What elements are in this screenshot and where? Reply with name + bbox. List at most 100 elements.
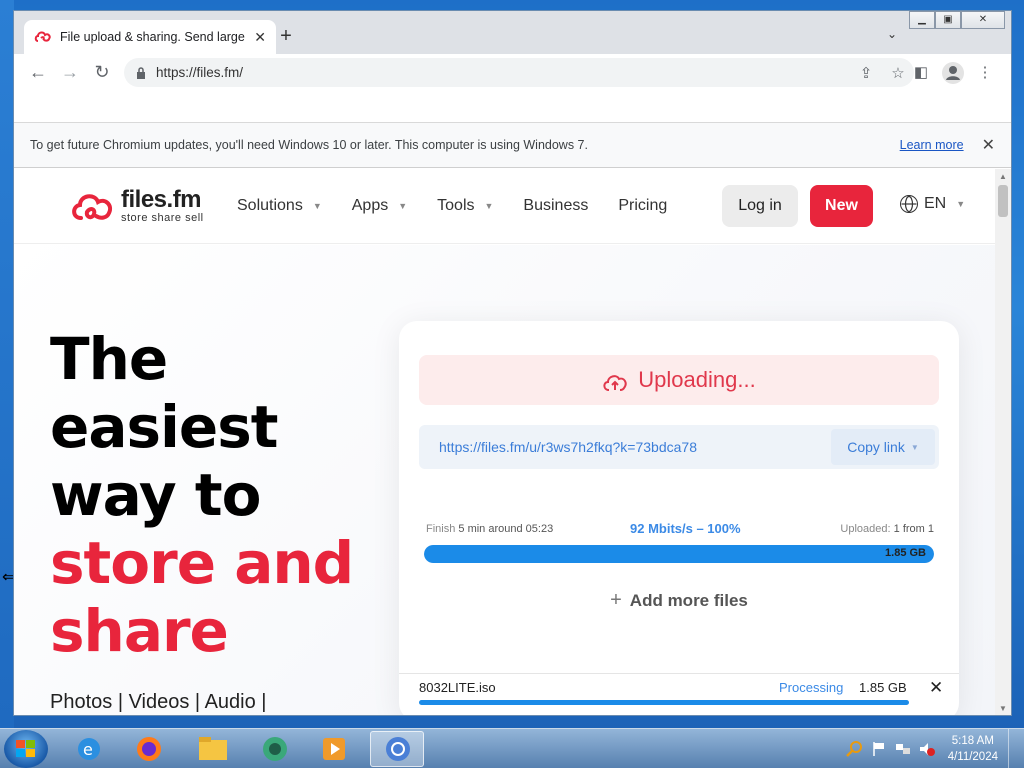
share-icon[interactable]: ⇪ (850, 64, 882, 82)
finish-label: Finish (426, 523, 456, 535)
uploaded-count: Uploaded: 1 from 1 (840, 523, 934, 535)
back-arrow-icon[interactable]: ← (22, 62, 54, 83)
remove-file-icon[interactable]: ✕ (929, 678, 943, 698)
internet-explorer-icon[interactable]: e (62, 731, 116, 767)
upload-stats: Finish 5 min around 05:23 92 Mbits/s – 1… (426, 521, 934, 539)
nav-solutions[interactable]: Solutions ▼ (237, 197, 322, 215)
scroll-thumb[interactable] (998, 185, 1008, 217)
chromium-icon[interactable] (370, 731, 424, 767)
upload-card: Uploading... https://files.fm/u/r3ws7h2f… (399, 321, 959, 715)
media-player-icon[interactable] (308, 731, 362, 767)
forward-arrow-icon[interactable]: → (54, 62, 86, 83)
headline-line: The (50, 325, 168, 393)
firefox-icon[interactable] (122, 731, 176, 767)
network-icon[interactable] (894, 741, 912, 757)
nav-label: Pricing (618, 197, 668, 214)
nav-pricing[interactable]: Pricing (618, 197, 667, 215)
upload-progress-bar: 1.85 GB (424, 545, 934, 563)
search-magnifier-icon[interactable] (845, 741, 864, 757)
plus-icon: + (610, 589, 622, 611)
nav-business[interactable]: Business (523, 197, 588, 215)
uploaded-label: Uploaded: (840, 523, 891, 535)
login-button[interactable]: Log in (722, 185, 798, 227)
window-controls: ▁ ▣ ✕ (909, 11, 1005, 29)
update-infobar: To get future Chromium updates, you'll n… (14, 123, 1011, 168)
caret-down-icon: ▼ (312, 201, 322, 211)
learn-more-link[interactable]: Learn more (900, 138, 964, 152)
files-fm-logo[interactable]: files.fm store share sell (69, 188, 229, 224)
active-tab[interactable]: File upload & sharing. Send large ✕ (24, 20, 276, 54)
tab-close-icon[interactable]: ✕ (254, 29, 266, 46)
uploaded-value: 1 from 1 (893, 523, 934, 535)
new-button[interactable]: New (810, 185, 873, 227)
nav-label: Apps (351, 197, 389, 214)
browser-toolbar: ← → ↻ https://files.fm/ ⇪ ☆ ◧ ⋮ (14, 54, 1011, 91)
caret-down-icon: ▼ (398, 201, 408, 211)
side-panel-icon[interactable]: ◧ (905, 59, 937, 87)
caret-down-icon: ▼ (956, 199, 966, 209)
language-selector[interactable]: EN ▼ (900, 195, 965, 213)
start-button[interactable] (4, 730, 48, 768)
file-size: 1.85 GB (859, 680, 907, 695)
add-more-label: Add more files (629, 591, 748, 610)
menu-kebab-icon[interactable]: ⋮ (969, 59, 1001, 87)
share-link-box: https://files.fm/u/r3ws7h2fkq?k=73bdca78… (419, 425, 939, 469)
volume-muted-icon[interactable] (918, 741, 936, 757)
desktop-background (0, 0, 14, 728)
show-desktop-button[interactable] (1008, 729, 1020, 768)
nav-label: Business (523, 197, 589, 214)
windows-taskbar: e 5:18 AM 4/11/2024 (0, 728, 1024, 768)
add-more-files-button[interactable]: + Add more files (399, 589, 959, 612)
scroll-up-icon[interactable]: ▲ (995, 169, 1011, 185)
nav-label: Tools (437, 197, 475, 214)
logo-name: files.fm (121, 186, 202, 213)
hero-subline: Photos | Videos | Audio | (50, 691, 267, 713)
nav-apps[interactable]: Apps ▼ (352, 197, 407, 215)
hero-headline: The easiest way to store and share (50, 325, 354, 665)
file-row: 8032LITE.iso Processing 1.85 GB ✕ (399, 673, 959, 715)
action-center-flag-icon[interactable] (870, 741, 888, 757)
page-scrollbar[interactable]: ▲ ▼ (995, 169, 1011, 715)
new-tab-button[interactable]: + (276, 25, 296, 48)
file-name: 8032LITE.iso (419, 680, 496, 695)
url-text[interactable]: https://files.fm/ (156, 65, 850, 80)
browser-window: File upload & sharing. Send large ✕ + ⌄ … (13, 10, 1012, 716)
globe-icon (900, 195, 918, 213)
headline-line-accent: store and (50, 529, 354, 597)
windows-flag-icon (16, 740, 35, 757)
lock-icon[interactable] (136, 66, 146, 79)
page-viewport: files.fm store share sell Solutions ▼ App… (14, 169, 1011, 715)
tab-strip: File upload & sharing. Send large ✕ + ⌄ … (14, 11, 1011, 54)
file-explorer-icon[interactable] (186, 731, 240, 767)
share-url[interactable]: https://files.fm/u/r3ws7h2fkq?k=73bdca78 (419, 439, 831, 455)
reload-icon[interactable]: ↻ (86, 62, 118, 83)
hero-section: The easiest way to store and share Photo… (14, 245, 995, 715)
headline-line: easiest (50, 393, 278, 461)
site-header: files.fm store share sell Solutions ▼ App… (14, 169, 995, 244)
address-bar[interactable]: https://files.fm/ ⇪ ☆ (124, 58, 914, 87)
main-nav: Solutions ▼ Apps ▼ Tools ▼ Business Pricing (237, 197, 697, 215)
nav-tools[interactable]: Tools ▼ (437, 197, 493, 215)
maximize-button[interactable]: ▣ (935, 11, 961, 29)
cloud-logo-icon (69, 188, 115, 224)
headline-line: way to (50, 461, 262, 529)
minimize-button[interactable]: ▁ (909, 11, 935, 29)
caret-down-icon: ▼ (910, 442, 919, 452)
headline-line-accent: share (50, 597, 229, 665)
finish-value: 5 min around 05:23 (458, 523, 554, 535)
copy-link-button[interactable]: Copy link ▼ (831, 429, 935, 465)
files-fm-favicon-icon (34, 30, 52, 44)
infobar-message: To get future Chromium updates, you'll n… (30, 138, 588, 152)
finish-estimate: Finish 5 min around 05:23 (426, 523, 553, 535)
file-status: Processing (779, 680, 844, 695)
logo-tagline: store share sell (121, 212, 204, 224)
green-app-icon[interactable] (248, 731, 302, 767)
infobar-close-icon[interactable]: ✕ (982, 135, 995, 155)
profile-avatar-icon[interactable] (942, 62, 964, 84)
close-window-button[interactable]: ✕ (961, 11, 1005, 29)
scroll-down-icon[interactable]: ▼ (995, 701, 1011, 715)
caret-down-icon: ▼ (484, 201, 494, 211)
upload-status-banner: Uploading... (419, 355, 939, 405)
system-clock[interactable]: 5:18 AM 4/11/2024 (948, 733, 998, 765)
tab-search-chevron-icon[interactable]: ⌄ (887, 27, 897, 41)
